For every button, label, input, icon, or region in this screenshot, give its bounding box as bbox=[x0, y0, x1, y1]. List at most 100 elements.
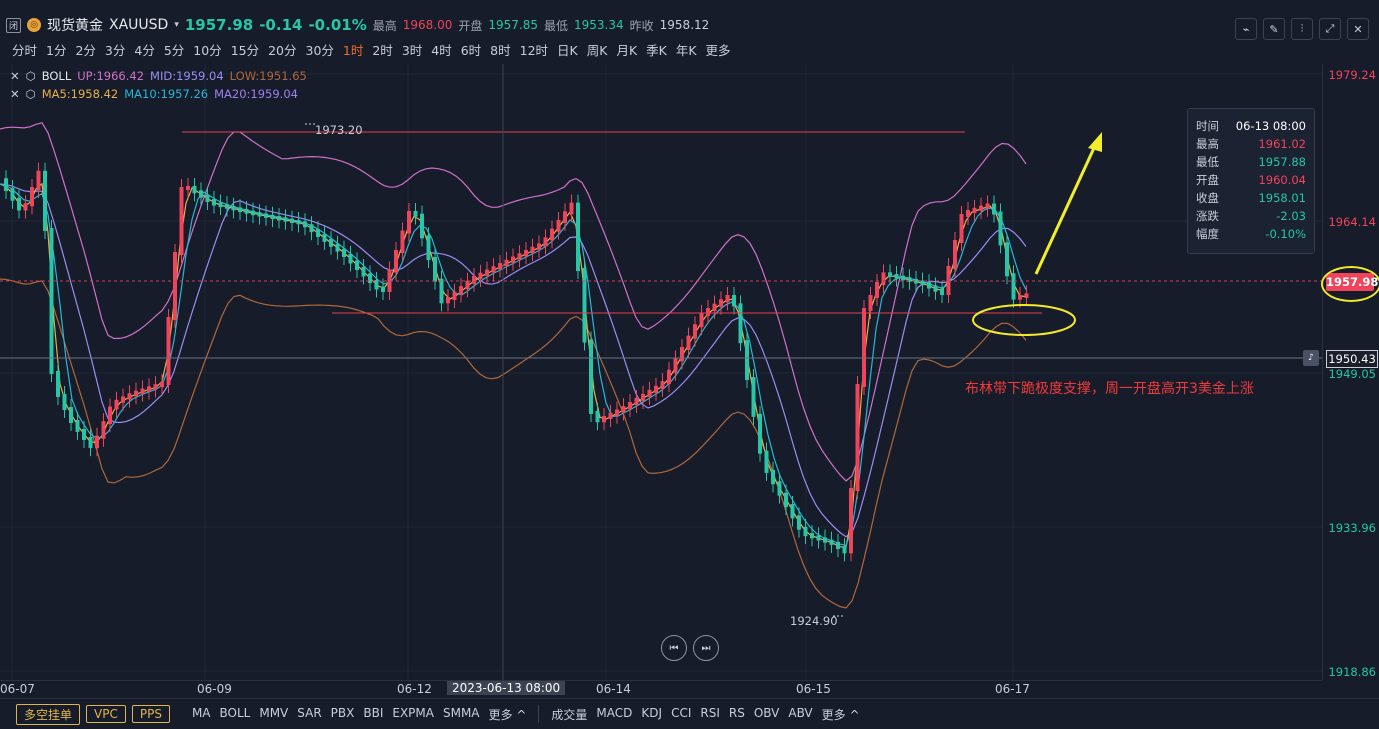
ma20-value: MA20:1959.04 bbox=[214, 87, 298, 101]
timeframe-6[interactable]: 10分 bbox=[193, 40, 221, 59]
bottom_indicators_sub-4[interactable]: RSI bbox=[700, 706, 720, 723]
bottom_indicators_main-1[interactable]: BOLL bbox=[220, 706, 251, 723]
timeframe-3[interactable]: 3分 bbox=[105, 40, 125, 59]
time-axis[interactable]: 06-07 06-09 06-12 06-14 06-15 06-17 2023… bbox=[0, 680, 1322, 699]
candle-body bbox=[290, 218, 294, 223]
bottom_indicators_main-3[interactable]: SAR bbox=[297, 706, 321, 723]
candle-body bbox=[797, 515, 801, 530]
vpc-button[interactable]: VPC bbox=[86, 705, 126, 723]
timeframe-21[interactable]: 年K bbox=[676, 40, 697, 59]
bottom_indicators_main-8[interactable]: 更多 ^ bbox=[489, 706, 527, 723]
timeframe-19[interactable]: 月K bbox=[616, 40, 637, 59]
candle-body bbox=[56, 371, 60, 397]
timeframe-11[interactable]: 2时 bbox=[372, 40, 392, 59]
symbol-code[interactable]: XAUUSD bbox=[109, 17, 168, 33]
bottom_indicators_sub-0[interactable]: 成交量 bbox=[551, 706, 587, 723]
pencil-icon[interactable]: ✎ bbox=[1263, 18, 1285, 40]
symbol-dropdown-icon[interactable]: ▾ bbox=[174, 20, 179, 30]
timeframe-12[interactable]: 3时 bbox=[402, 40, 422, 59]
tooltip-value: 1960.04 bbox=[1258, 173, 1306, 187]
candle-body bbox=[400, 230, 405, 253]
y-tick: 1964.14 bbox=[1328, 215, 1376, 229]
settings-icon[interactable]: ⬡ bbox=[26, 69, 36, 83]
expand-icon[interactable]: ⤢ bbox=[1319, 18, 1341, 40]
timeframe-4[interactable]: 4分 bbox=[134, 40, 154, 59]
candle-body bbox=[212, 199, 216, 206]
alert-bell-icon[interactable]: ♪ bbox=[1303, 350, 1319, 366]
candle-body bbox=[784, 492, 788, 507]
timeframe-0[interactable]: 分时 bbox=[12, 40, 37, 59]
candle-body bbox=[413, 211, 418, 217]
timeframe-9[interactable]: 30分 bbox=[306, 40, 334, 59]
candle-body bbox=[121, 396, 125, 403]
timeframe-10[interactable]: 1时 bbox=[343, 40, 363, 59]
candle-body bbox=[524, 250, 528, 257]
symbol-name[interactable]: 现货黄金 bbox=[47, 15, 103, 35]
bottom_indicators_main-4[interactable]: PBX bbox=[331, 706, 355, 723]
bottom_indicators_sub-6[interactable]: OBV bbox=[754, 706, 780, 723]
timeframe-13[interactable]: 4时 bbox=[431, 40, 451, 59]
timeframe-1[interactable]: 1分 bbox=[46, 40, 66, 59]
candle-body bbox=[166, 317, 171, 385]
high-mark-label: 1973.20 bbox=[315, 123, 363, 137]
timeframe-15[interactable]: 8时 bbox=[490, 40, 510, 59]
candlestick-chart[interactable] bbox=[0, 64, 1322, 680]
ma10-line bbox=[0, 183, 1027, 547]
boll-up: UP:1966.42 bbox=[77, 69, 145, 83]
timeframe-2[interactable]: 2分 bbox=[75, 40, 95, 59]
candle-body bbox=[985, 203, 990, 209]
bottom_indicators_sub-3[interactable]: CCI bbox=[671, 706, 691, 723]
timeframe-16[interactable]: 12时 bbox=[520, 40, 548, 59]
timeframe-22[interactable]: 更多 bbox=[706, 40, 731, 59]
candle-body bbox=[426, 235, 431, 260]
candle-body bbox=[277, 216, 281, 221]
settings-icon[interactable]: ⬡ bbox=[26, 87, 36, 101]
candle-body bbox=[894, 274, 899, 279]
bottom_indicators_sub-5[interactable]: RS bbox=[729, 706, 745, 723]
step-forward-icon[interactable]: ⏭ bbox=[693, 635, 719, 661]
candle-body bbox=[641, 393, 645, 401]
timeframe-8[interactable]: 20分 bbox=[268, 40, 296, 59]
timeframe-17[interactable]: 日K bbox=[557, 40, 578, 59]
pps-button[interactable]: PPS bbox=[131, 705, 170, 723]
y-tick: 1979.24 bbox=[1328, 68, 1376, 82]
close-indicator-icon[interactable]: ✕ bbox=[10, 69, 20, 83]
close-indicator-icon[interactable]: ✕ bbox=[10, 87, 20, 101]
candle-body bbox=[108, 406, 112, 425]
timeframe-18[interactable]: 周K bbox=[587, 40, 608, 59]
tooltip-value: 1957.88 bbox=[1258, 155, 1306, 169]
bottom_indicators_main-6[interactable]: EXPMA bbox=[392, 706, 434, 723]
candle-body bbox=[75, 420, 80, 432]
bottom_indicators_main-2[interactable]: MMV bbox=[259, 706, 288, 723]
bottom_indicators_sub-8[interactable]: 更多 ^ bbox=[822, 706, 860, 723]
bottom_indicators_main-5[interactable]: BBI bbox=[363, 706, 383, 723]
candle-body bbox=[543, 237, 548, 247]
bottom_indicators_sub-1[interactable]: MACD bbox=[596, 706, 632, 723]
candle-body bbox=[940, 288, 944, 295]
timeframe-5[interactable]: 5分 bbox=[164, 40, 184, 59]
bottom_indicators_sub-2[interactable]: KDJ bbox=[641, 706, 662, 723]
highlight-ellipse bbox=[1321, 266, 1379, 302]
timeframe-14[interactable]: 6时 bbox=[461, 40, 481, 59]
close-icon[interactable]: ✕ bbox=[1347, 18, 1369, 40]
timeframe-20[interactable]: 季K bbox=[646, 40, 667, 59]
bottom_indicators_main-0[interactable]: MA bbox=[192, 706, 211, 723]
step-back-icon[interactable]: ⏮ bbox=[661, 635, 687, 661]
candle-body bbox=[361, 267, 366, 277]
candle-body bbox=[446, 297, 450, 304]
indicator-icon[interactable]: ⌁ bbox=[1235, 18, 1257, 40]
candle-body bbox=[88, 437, 93, 449]
candle-style-icon[interactable]: ⫶ bbox=[1291, 18, 1313, 40]
candle-body bbox=[881, 272, 886, 285]
long-short-orders-button[interactable]: 多空挂单 bbox=[16, 703, 81, 725]
price-axis[interactable]: 1979.24 1964.14 1949.05 1933.96 1918.86 bbox=[1322, 64, 1379, 680]
candle-body bbox=[199, 190, 203, 198]
timeframe-7[interactable]: 15分 bbox=[231, 40, 259, 59]
candle-body bbox=[621, 406, 626, 413]
bottom_indicators_sub-7[interactable]: ABV bbox=[788, 706, 812, 723]
candle-body bbox=[933, 285, 938, 292]
candle-body bbox=[101, 421, 106, 439]
bottom_indicators_main-7[interactable]: SMMA bbox=[443, 706, 480, 723]
candle-body bbox=[153, 384, 158, 390]
ohlc-tooltip: 时间 06-13 08:00 最高 1961.02 最低 1957.88 开盘 1960.04… bbox=[1187, 108, 1315, 254]
